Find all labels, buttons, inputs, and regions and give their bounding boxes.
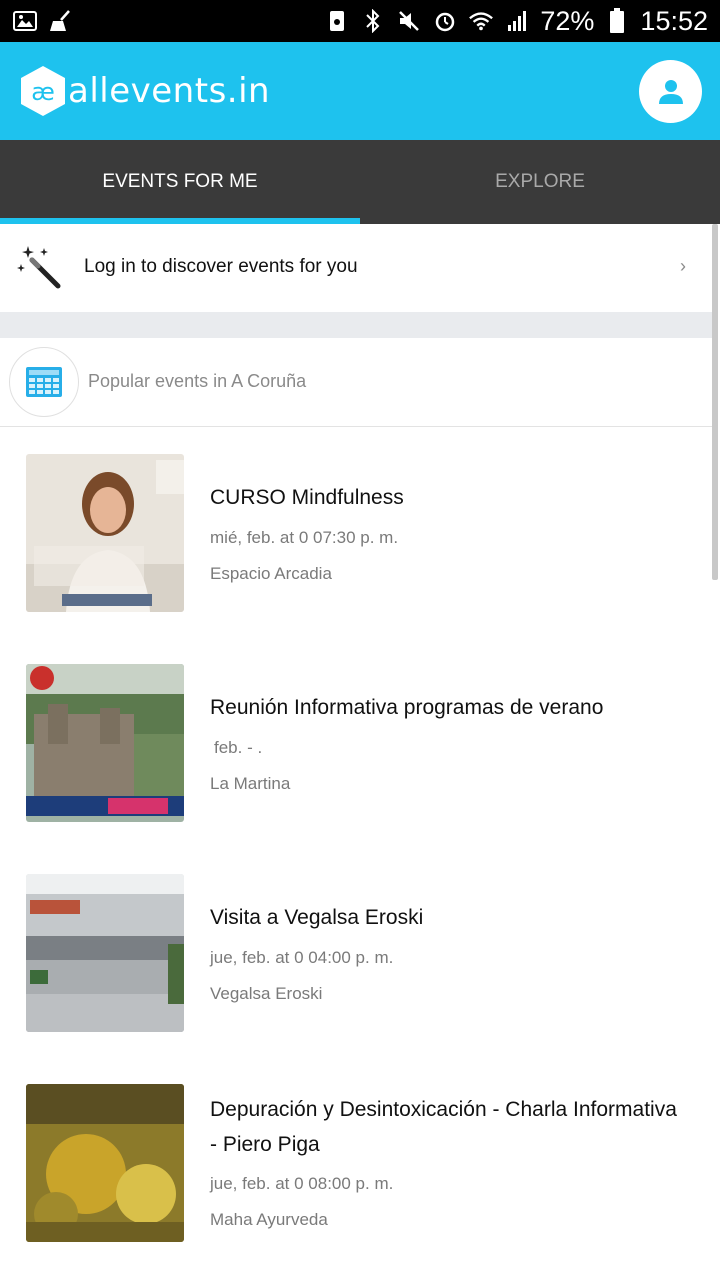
event-venue: La Martina (210, 774, 291, 793)
tab-label: EVENTS FOR ME (102, 171, 258, 192)
event-item[interactable]: Reunión Informativa programas de verano … (0, 664, 712, 824)
profile-button[interactable] (639, 60, 702, 123)
event-date: jue, feb. at 0 08:00 p. m. (210, 1174, 394, 1193)
status-bar: 72% 15:52 (0, 0, 720, 42)
event-thumbnail[interactable] (26, 454, 184, 612)
event-thumbnail[interactable] (26, 874, 184, 1032)
event-title: Reunión Informativa programas de verano (210, 696, 604, 719)
alarm-icon (432, 10, 458, 32)
allevents-logo[interactable]: æ allevents.in (20, 65, 270, 117)
cleaner-icon (48, 10, 74, 32)
event-date: feb. - . (214, 738, 263, 757)
chevron-right-icon: › (680, 256, 686, 276)
event-venue: Vegalsa Eroski (210, 984, 323, 1003)
login-prompt-text: Log in to discover events for you (84, 256, 358, 277)
mute-icon (396, 10, 422, 32)
svg-text:æ: æ (31, 78, 55, 106)
battery-percent: 72% (540, 5, 595, 36)
section-header: Popular events in A Coruña (0, 338, 712, 427)
tab-label: EXPLORE (495, 171, 585, 192)
event-thumbnail[interactable] (26, 1084, 184, 1242)
event-title: CURSO Mindfulness (210, 486, 404, 509)
battery-icon (604, 8, 630, 33)
signal-icon (504, 10, 530, 32)
event-thumbnail[interactable] (26, 664, 184, 822)
tab-bar: EVENTS FOR ME EXPLORE (0, 140, 720, 224)
event-date: mié, feb. at 0 07:30 p. m. (210, 528, 399, 547)
login-prompt-row[interactable]: Log in to discover events for you › (0, 224, 712, 312)
newspaper-icon (26, 367, 62, 397)
clock: 15:52 (640, 5, 708, 36)
magic-wand-icon (17, 246, 61, 289)
event-date: jue, feb. at 0 04:00 p. m. (210, 948, 394, 967)
section-title: Popular events in A Coruña (88, 371, 307, 391)
tab-events-for-me[interactable]: EVENTS FOR ME (0, 140, 360, 224)
event-item[interactable]: CURSO Mindfulness mié, feb. at 0 07:30 p… (0, 454, 712, 614)
event-item[interactable]: Depuración y Desintoxicación - Charla In… (0, 1084, 712, 1280)
event-venue: Espacio Arcadia (210, 564, 332, 583)
event-item[interactable]: Visita a Vegalsa Eroski jue, feb. at 0 0… (0, 874, 712, 1034)
logo-text: allevents.in (68, 71, 271, 111)
event-venue: Maha Ayurveda (210, 1210, 328, 1229)
user-icon (658, 79, 683, 104)
bluetooth-icon (360, 9, 386, 33)
event-title: Visita a Vegalsa Eroski (210, 906, 424, 929)
image-icon (12, 10, 38, 32)
storage-icon (324, 10, 350, 32)
tab-explore[interactable]: EXPLORE (360, 140, 720, 224)
wifi-icon (468, 10, 494, 32)
event-title: Depuración y Desintoxicación - Charla In… (210, 1098, 677, 1156)
logo-hex-icon: æ (21, 66, 65, 116)
divider-band (0, 312, 712, 338)
app-bar: æ allevents.in (0, 42, 720, 140)
section-icon-container (9, 347, 79, 417)
scrollbar[interactable] (712, 224, 718, 580)
